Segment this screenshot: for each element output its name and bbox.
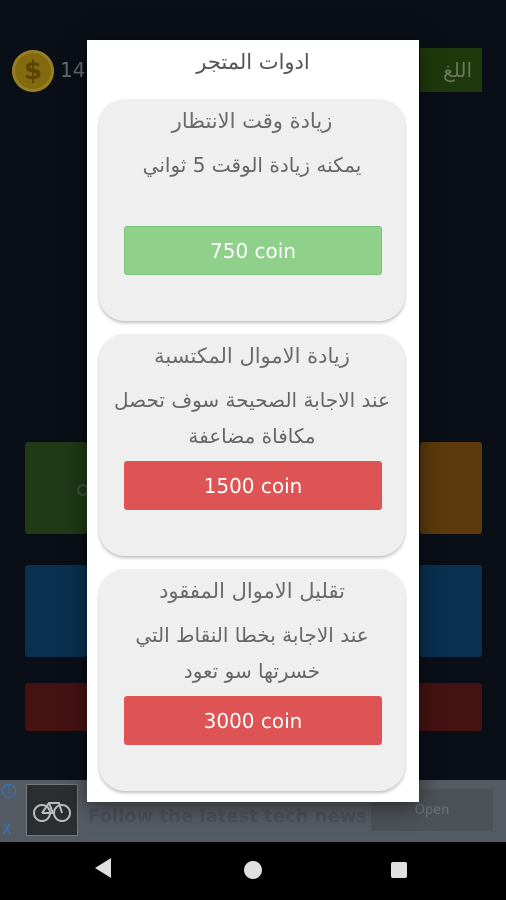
item-description: عند الاجابة بخطا النقاط التي خسرتها سو ت… <box>135 623 369 683</box>
bicycle-icon <box>33 802 71 822</box>
recent-apps-icon[interactable] <box>391 862 407 878</box>
back-icon[interactable] <box>95 858 111 878</box>
buy-button[interactable]: 750 coin <box>124 226 382 275</box>
store-dialog: ادوات المتجر زيادة وقت الانتظار يمكنه زي… <box>87 40 419 802</box>
item-description: عند الاجابة الصحيحة سوف تحصل مكافاة مضاع… <box>114 388 390 448</box>
ad-info-icon[interactable]: i <box>2 784 16 798</box>
buy-button[interactable]: 1500 coin <box>124 461 382 510</box>
ad-text[interactable]: Follow the latest tech news <box>88 806 367 827</box>
store-item-card: تقليل الاموال المفقود عند الاجابة بخطا ا… <box>99 569 405 791</box>
buy-button[interactable]: 3000 coin <box>124 696 382 745</box>
item-description: يمكنه زيادة الوقت 5 ثواني <box>142 153 362 177</box>
ad-image <box>26 784 78 836</box>
item-title: زيادة الاموال المكتسبة <box>154 344 350 368</box>
item-title: تقليل الاموال المفقود <box>159 579 345 603</box>
store-item-card: زيادة وقت الانتظار يمكنه زيادة الوقت 5 ث… <box>99 99 405 321</box>
ad-close-icon[interactable]: X <box>2 822 12 838</box>
store-item-card: زيادة الاموال المكتسبة عند الاجابة الصحي… <box>99 334 405 556</box>
dialog-title: ادوات المتجر <box>196 50 310 74</box>
item-title: زيادة وقت الانتظار <box>171 109 333 133</box>
home-icon[interactable] <box>244 861 262 879</box>
